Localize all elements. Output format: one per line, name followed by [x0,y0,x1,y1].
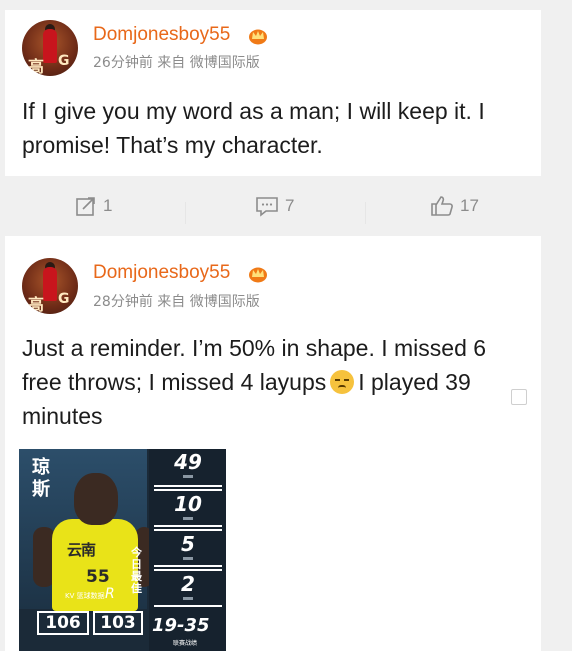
stat-points: 49 [174,450,202,474]
repost-icon [76,197,95,216]
stat-steals: 2 [181,572,195,596]
avatar-text-right: G [58,291,70,307]
post-text: Just a reminder. I’m 50% in shape. I mis… [22,331,532,433]
action-divider [185,202,186,224]
player-head [74,473,118,525]
team-record: 19-35 [152,615,210,636]
stat-label [183,517,193,520]
poster-player-name: 琼斯 [32,457,50,500]
vip-crown-icon [249,29,267,45]
stat-box: 49 [154,449,222,487]
stat-box: 5 [154,529,222,567]
score-home: 106 [37,611,89,635]
username[interactable]: Domjonesboy55 [93,262,230,284]
avatar-text-left: 高 [28,57,45,76]
avatar-figure [43,267,57,301]
stat-box: 10 [154,489,222,527]
vip-crown-icon [249,267,267,283]
poster-today-label: 今日最佳 [131,546,142,595]
stat-label [183,597,193,600]
stat-box: 2 [154,569,222,607]
like-button[interactable]: 17 [430,193,479,219]
action-divider [365,202,366,224]
stat-rebounds: 10 [174,492,202,516]
comment-icon [256,197,278,217]
post-text-line: free throws; I missed 4 layups I played 3… [22,365,532,399]
username[interactable]: Domjonesboy55 [93,24,230,46]
post-card: 高 G Domjonesboy55 28分钟前 来自 微博国际版 Just a … [5,236,541,651]
post-meta: 28分钟前 来自 微博国际版 [93,294,260,310]
avatar-figure [43,29,57,63]
post-options-icon[interactable] [511,389,527,405]
repost-count: 1 [103,196,113,215]
poster-brand: KV 篮球数据 [65,592,105,600]
post-text: If I give you my word as a man; I will k… [22,98,485,158]
comment-count: 7 [285,196,295,215]
thumbs-up-icon [431,196,453,216]
stat-label [183,475,193,478]
score-away: 103 [93,611,143,635]
avatar-text-right: G [58,53,70,69]
post-text-segment: free throws; I missed 4 layups [22,369,327,395]
post-meta: 26分钟前 来自 微博国际版 [93,55,260,71]
sad-face-emoji-icon [330,370,355,394]
stat-assists: 5 [181,532,195,556]
post-text-line: Just a reminder. I’m 50% in shape. I mis… [22,335,487,361]
post-card: 高 G Domjonesboy55 26分钟前 来自 微博国际版 If I gi… [5,10,541,224]
stat-label [183,557,193,560]
avatar[interactable]: 高 G [22,20,78,76]
post-text-segment: I played 39 [358,369,471,395]
post-image[interactable]: 云南 55 琼斯 今日最佳 KV 篮球数据 R 49 10 5 2 106 10… [19,449,226,651]
avatar-text-left: 高 [28,295,45,314]
like-count: 17 [460,196,479,215]
comment-button[interactable]: 7 [255,193,294,219]
post-text-line: minutes [22,403,103,429]
team-record-label: 联赛战绩 [173,640,198,647]
poster-brand-logo: R [105,586,115,602]
jersey-number: 55 [86,567,110,587]
avatar[interactable]: 高 G [22,258,78,314]
jersey-team: 云南 [67,541,96,559]
repost-button[interactable]: 1 [75,193,112,219]
